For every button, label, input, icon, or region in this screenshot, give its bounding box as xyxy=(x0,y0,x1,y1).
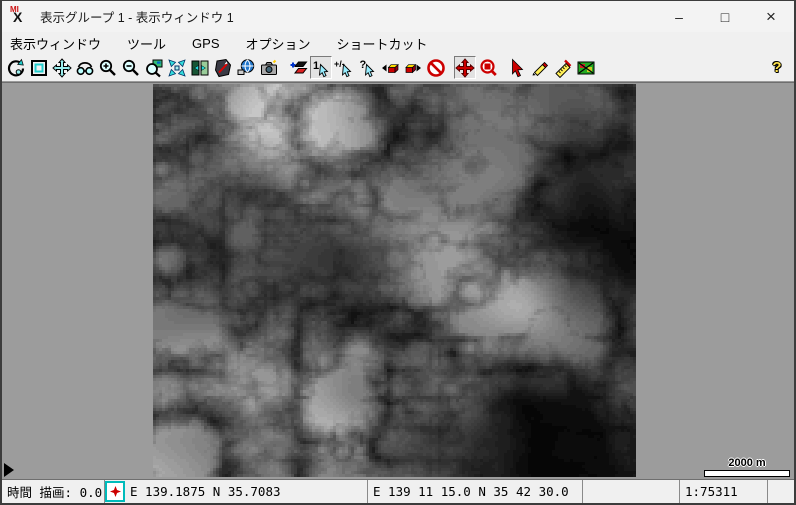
toggle-select-button[interactable]: +/- xyxy=(333,56,355,79)
select-single-label: 1 xyxy=(313,60,319,72)
help-icon: ? xyxy=(772,59,781,76)
measure-icon xyxy=(553,58,573,78)
close-button[interactable]: × xyxy=(748,1,794,32)
snapshot-icon xyxy=(259,58,279,78)
map-viewport: 2000 m xyxy=(2,82,794,479)
zoom-extents-button[interactable] xyxy=(166,56,188,79)
prev-object-icon xyxy=(380,58,400,78)
redraw-icon xyxy=(6,58,26,78)
menu-gps[interactable]: GPS xyxy=(192,34,219,53)
zoom-in-icon xyxy=(98,58,118,78)
help-button[interactable]: ? xyxy=(766,56,788,79)
select-single-button[interactable]: 1 xyxy=(310,56,332,79)
app-logo-icon: MI X xyxy=(8,5,34,29)
caption-buttons: – □ × xyxy=(656,1,794,32)
menu-shortcuts[interactable]: ショートカット xyxy=(337,32,428,55)
identify-label: ? xyxy=(360,59,367,71)
identify-button[interactable]: ? xyxy=(356,56,378,79)
identify-icon: ? xyxy=(357,58,377,78)
measure-tool-button[interactable] xyxy=(552,56,574,79)
full-extent-icon xyxy=(29,58,49,78)
split-view-button[interactable] xyxy=(189,56,211,79)
scalebar-bar xyxy=(704,470,790,477)
north-arrow-icon xyxy=(213,58,233,78)
status-empty xyxy=(596,480,680,503)
locator-button[interactable] xyxy=(235,56,257,79)
position-marker-icon xyxy=(109,485,122,498)
status-end xyxy=(768,480,794,503)
select-single-icon: 1 xyxy=(311,58,331,78)
full-view-button[interactable] xyxy=(28,56,50,79)
locator-globe-icon xyxy=(236,58,256,78)
logo-x-text: X xyxy=(13,9,22,25)
add-layer-button[interactable] xyxy=(287,56,309,79)
disable-tool-button[interactable] xyxy=(425,56,447,79)
pan-button[interactable] xyxy=(51,56,73,79)
zoom-full-icon xyxy=(144,58,164,78)
pan-icon xyxy=(52,58,72,78)
maximize-button[interactable]: □ xyxy=(702,1,748,32)
pan-tool-icon xyxy=(455,58,475,78)
prev-object-button[interactable] xyxy=(379,56,401,79)
zoom-in-button[interactable] xyxy=(97,56,119,79)
previous-view-button[interactable] xyxy=(74,56,96,79)
sketch-tool-button[interactable] xyxy=(529,56,551,79)
zoom-1to1-button[interactable] xyxy=(143,56,165,79)
split-view-icon xyxy=(190,58,210,78)
menubar: 表示ウィンドウ ツール GPS オプション ショートカット xyxy=(2,32,794,54)
toggle-select-icon: +/- xyxy=(334,58,354,78)
next-object-button[interactable] xyxy=(402,56,424,79)
pan-tool-button[interactable] xyxy=(454,56,476,79)
zoom-box-tool-button[interactable] xyxy=(477,56,499,79)
previous-view-icon xyxy=(75,58,95,78)
menu-display-window[interactable]: 表示ウィンドウ xyxy=(10,32,101,55)
add-layer-icon xyxy=(288,58,308,78)
north-arrow-button[interactable] xyxy=(212,56,234,79)
status-map-scale[interactable]: 1:75311 xyxy=(680,480,768,503)
scalebar-label: 2000 m xyxy=(704,457,790,469)
minimize-button[interactable]: – xyxy=(656,1,702,32)
window-title: 表示グループ 1 - 表示ウィンドウ 1 xyxy=(40,7,234,26)
zoom-box-icon xyxy=(478,58,498,78)
statusbar: 時間 描画: 0.0 E 139.1875 N 35.7083 E 139 11… xyxy=(2,479,794,503)
geotoolbox-button[interactable] xyxy=(575,56,597,79)
map-canvas[interactable] xyxy=(153,84,636,477)
scalebar: 2000 m xyxy=(704,457,790,477)
status-cursor-coords: E 139.1875 N 35.7083 xyxy=(125,480,368,503)
snapshot-button[interactable] xyxy=(258,56,280,79)
pointer-tool-button[interactable] xyxy=(506,56,528,79)
disable-icon xyxy=(426,58,446,78)
menu-options[interactable]: オプション xyxy=(246,32,311,55)
titlebar: MI X 表示グループ 1 - 表示ウィンドウ 1 – □ × xyxy=(2,1,794,32)
toolbar: 1 +/- ? ? xyxy=(2,54,794,82)
status-spacer xyxy=(583,480,596,503)
pointer-tool-icon xyxy=(507,58,527,78)
zoom-out-icon xyxy=(121,58,141,78)
status-time: 時間 描画: 0.0 xyxy=(2,480,105,503)
redraw-button[interactable] xyxy=(5,56,27,79)
position-marker-button[interactable] xyxy=(105,481,125,502)
zoom-extents-icon xyxy=(167,58,187,78)
app-window: MI X 表示グループ 1 - 表示ウィンドウ 1 – □ × 表示ウィンドウ … xyxy=(0,0,796,505)
status-cursor-dms: E 139 11 15.0 N 35 42 30.0 xyxy=(368,480,583,503)
menu-tools[interactable]: ツール xyxy=(127,32,166,55)
legend-sash-button[interactable] xyxy=(4,463,14,477)
geotoolbox-icon xyxy=(576,58,596,78)
zoom-out-button[interactable] xyxy=(120,56,142,79)
sketch-icon xyxy=(530,58,550,78)
next-object-icon xyxy=(403,58,423,78)
